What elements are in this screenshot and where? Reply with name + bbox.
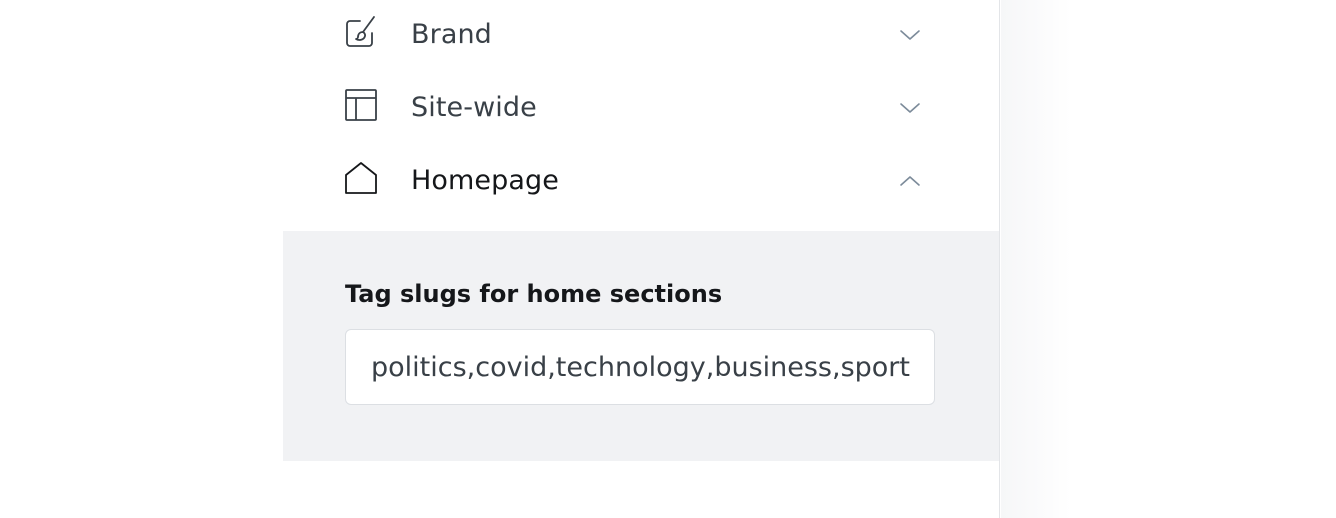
home-icon — [343, 160, 379, 196]
paintbrush-icon — [343, 14, 379, 50]
tag-slugs-label: Tag slugs for home sections — [345, 280, 723, 308]
preview-area — [1001, 0, 1336, 518]
chevron-down-icon — [895, 20, 925, 50]
section-brand[interactable]: Brand — [283, 0, 999, 71]
settings-panel: Brand Site-wide Homepage Tag slugs for h… — [283, 0, 1000, 518]
chevron-down-icon — [895, 93, 925, 123]
section-site-wide[interactable]: Site-wide — [283, 71, 999, 144]
homepage-settings-content: Tag slugs for home sections — [283, 231, 999, 461]
chevron-up-icon — [895, 166, 925, 196]
section-homepage-label: Homepage — [411, 165, 559, 196]
design-settings-screen: Brand Site-wide Homepage Tag slugs for h… — [0, 0, 1336, 518]
section-homepage[interactable]: Homepage — [283, 144, 999, 217]
layout-icon — [343, 87, 379, 123]
section-site-wide-label: Site-wide — [411, 92, 537, 123]
section-brand-label: Brand — [411, 19, 492, 50]
tag-slugs-input[interactable] — [345, 329, 935, 405]
